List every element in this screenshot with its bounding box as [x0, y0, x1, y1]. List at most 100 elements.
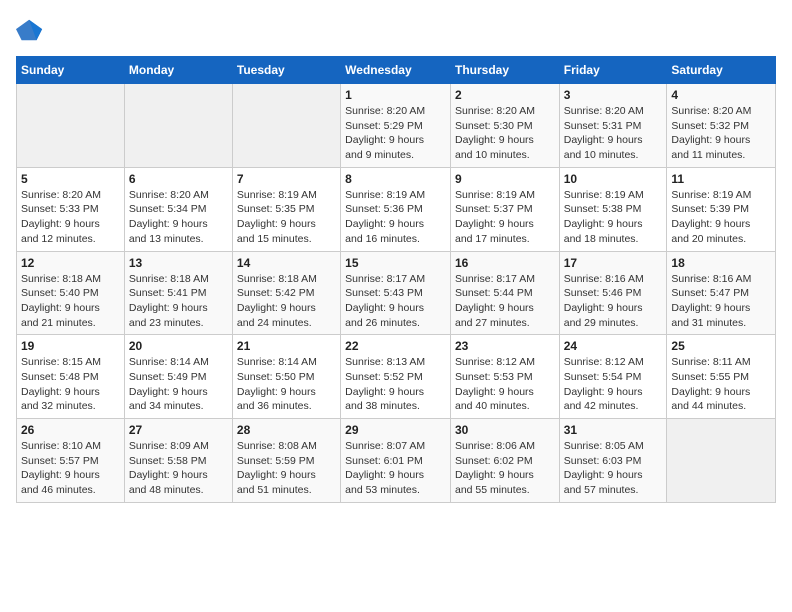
day-number: 16	[455, 256, 555, 270]
calendar-cell: 16 Sunrise: 8:17 AM Sunset: 5:44 PM Dayli…	[450, 251, 559, 335]
weekday-header-sunday: Sunday	[17, 57, 125, 84]
day-number: 18	[671, 256, 771, 270]
day-info: Sunrise: 8:19 AM Sunset: 5:35 PM Dayligh…	[237, 188, 336, 247]
day-number: 31	[564, 423, 663, 437]
week-row-1: 1 Sunrise: 8:20 AM Sunset: 5:29 PM Daylig…	[17, 84, 776, 168]
calendar-cell: 5Sunrise: 8:20 AM Sunset: 5:33 PM Daylig…	[17, 167, 125, 251]
calendar-cell: 2Sunrise: 8:20 AM Sunset: 5:30 PM Daylig…	[450, 84, 559, 168]
day-info: Sunrise: 8:18 AM Sunset: 5:42 PM Dayligh…	[237, 272, 336, 331]
day-info: Sunrise: 8:19 AM Sunset: 5:36 PM Dayligh…	[345, 188, 446, 247]
day-number: 14	[237, 256, 336, 270]
day-info: Sunrise: 8:14 AM Sunset: 5:50 PM Dayligh…	[237, 355, 336, 414]
day-info: Sunrise: 8:15 AM Sunset: 5:48 PM Dayligh…	[21, 355, 120, 414]
day-number: 13	[129, 256, 228, 270]
day-info: Sunrise: 8:16 AM Sunset: 5:46 PM Dayligh…	[564, 272, 663, 331]
day-info: Sunrise: 8:16 AM Sunset: 5:47 PM Dayligh…	[671, 272, 771, 331]
day-info: Sunrise: 8:20 AM Sunset: 5:29 PM Dayligh…	[345, 104, 446, 163]
day-info: Sunrise: 8:17 AM Sunset: 5:44 PM Dayligh…	[455, 272, 555, 331]
day-info: Sunrise: 8:18 AM Sunset: 5:40 PM Dayligh…	[21, 272, 120, 331]
day-number: 8	[345, 172, 446, 186]
day-info: Sunrise: 8:20 AM Sunset: 5:33 PM Dayligh…	[21, 188, 120, 247]
day-info: Sunrise: 8:11 AM Sunset: 5:55 PM Dayligh…	[671, 355, 771, 414]
calendar-cell: 26 Sunrise: 8:10 AM Sunset: 5:57 PM Dayli…	[17, 419, 125, 503]
day-info: Sunrise: 8:20 AM Sunset: 5:34 PM Dayligh…	[129, 188, 228, 247]
day-info: Sunrise: 8:14 AM Sunset: 5:49 PM Dayligh…	[129, 355, 228, 414]
day-info: Sunrise: 8:20 AM Sunset: 5:32 PM Dayligh…	[671, 104, 771, 163]
calendar-cell: 8 Sunrise: 8:19 AM Sunset: 5:36 PM Daylig…	[341, 167, 451, 251]
day-number: 6	[129, 172, 228, 186]
day-info: Sunrise: 8:09 AM Sunset: 5:58 PM Dayligh…	[129, 439, 228, 498]
weekday-header-tuesday: Tuesday	[232, 57, 340, 84]
day-number: 25	[671, 339, 771, 353]
logo	[16, 16, 48, 44]
day-info: Sunrise: 8:20 AM Sunset: 5:31 PM Dayligh…	[564, 104, 663, 163]
calendar-cell	[667, 419, 776, 503]
logo-icon	[16, 16, 44, 44]
calendar-cell: 24 Sunrise: 8:12 AM Sunset: 5:54 PM Dayli…	[559, 335, 667, 419]
week-row-4: 19 Sunrise: 8:15 AM Sunset: 5:48 PM Dayli…	[17, 335, 776, 419]
calendar-cell: 6 Sunrise: 8:20 AM Sunset: 5:34 PM Daylig…	[124, 167, 232, 251]
day-number: 30	[455, 423, 555, 437]
day-info: Sunrise: 8:12 AM Sunset: 5:54 PM Dayligh…	[564, 355, 663, 414]
calendar-cell: 23 Sunrise: 8:12 AM Sunset: 5:53 PM Dayli…	[450, 335, 559, 419]
calendar-cell: 12 Sunrise: 8:18 AM Sunset: 5:40 PM Dayli…	[17, 251, 125, 335]
calendar-cell: 27 Sunrise: 8:09 AM Sunset: 5:58 PM Dayli…	[124, 419, 232, 503]
day-info: Sunrise: 8:20 AM Sunset: 5:30 PM Dayligh…	[455, 104, 555, 163]
day-number: 24	[564, 339, 663, 353]
calendar-cell: 1 Sunrise: 8:20 AM Sunset: 5:29 PM Daylig…	[341, 84, 451, 168]
calendar-cell	[124, 84, 232, 168]
weekday-header-thursday: Thursday	[450, 57, 559, 84]
day-info: Sunrise: 8:08 AM Sunset: 5:59 PM Dayligh…	[237, 439, 336, 498]
calendar-table: SundayMondayTuesdayWednesdayThursdayFrid…	[16, 56, 776, 503]
day-number: 9	[455, 172, 555, 186]
day-number: 19	[21, 339, 120, 353]
day-number: 27	[129, 423, 228, 437]
calendar-cell: 25 Sunrise: 8:11 AM Sunset: 5:55 PM Dayli…	[667, 335, 776, 419]
calendar-cell: 28 Sunrise: 8:08 AM Sunset: 5:59 PM Dayli…	[232, 419, 340, 503]
day-number: 10	[564, 172, 663, 186]
weekday-header-friday: Friday	[559, 57, 667, 84]
calendar-cell: 22 Sunrise: 8:13 AM Sunset: 5:52 PM Dayli…	[341, 335, 451, 419]
day-number: 23	[455, 339, 555, 353]
day-info: Sunrise: 8:18 AM Sunset: 5:41 PM Dayligh…	[129, 272, 228, 331]
day-number: 11	[671, 172, 771, 186]
day-number: 17	[564, 256, 663, 270]
day-info: Sunrise: 8:06 AM Sunset: 6:02 PM Dayligh…	[455, 439, 555, 498]
calendar-cell: 15Sunrise: 8:17 AM Sunset: 5:43 PM Dayli…	[341, 251, 451, 335]
day-info: Sunrise: 8:05 AM Sunset: 6:03 PM Dayligh…	[564, 439, 663, 498]
calendar-cell: 9Sunrise: 8:19 AM Sunset: 5:37 PM Daylig…	[450, 167, 559, 251]
page-header	[16, 16, 776, 44]
calendar-cell: 7 Sunrise: 8:19 AM Sunset: 5:35 PM Daylig…	[232, 167, 340, 251]
day-number: 21	[237, 339, 336, 353]
calendar-cell: 14 Sunrise: 8:18 AM Sunset: 5:42 PM Dayli…	[232, 251, 340, 335]
day-number: 4	[671, 88, 771, 102]
week-row-3: 12 Sunrise: 8:18 AM Sunset: 5:40 PM Dayli…	[17, 251, 776, 335]
day-info: Sunrise: 8:19 AM Sunset: 5:39 PM Dayligh…	[671, 188, 771, 247]
calendar-cell: 10Sunrise: 8:19 AM Sunset: 5:38 PM Dayli…	[559, 167, 667, 251]
calendar-cell: 13 Sunrise: 8:18 AM Sunset: 5:41 PM Dayli…	[124, 251, 232, 335]
calendar-cell: 20 Sunrise: 8:14 AM Sunset: 5:49 PM Dayli…	[124, 335, 232, 419]
day-number: 22	[345, 339, 446, 353]
day-number: 3	[564, 88, 663, 102]
calendar-cell	[232, 84, 340, 168]
week-row-2: 5Sunrise: 8:20 AM Sunset: 5:33 PM Daylig…	[17, 167, 776, 251]
calendar-cell: 19 Sunrise: 8:15 AM Sunset: 5:48 PM Dayli…	[17, 335, 125, 419]
day-number: 7	[237, 172, 336, 186]
day-number: 20	[129, 339, 228, 353]
day-info: Sunrise: 8:10 AM Sunset: 5:57 PM Dayligh…	[21, 439, 120, 498]
calendar-cell: 18 Sunrise: 8:16 AM Sunset: 5:47 PM Dayli…	[667, 251, 776, 335]
calendar-header-row: SundayMondayTuesdayWednesdayThursdayFrid…	[17, 57, 776, 84]
week-row-5: 26 Sunrise: 8:10 AM Sunset: 5:57 PM Dayli…	[17, 419, 776, 503]
day-number: 26	[21, 423, 120, 437]
day-number: 12	[21, 256, 120, 270]
day-info: Sunrise: 8:13 AM Sunset: 5:52 PM Dayligh…	[345, 355, 446, 414]
day-number: 28	[237, 423, 336, 437]
day-info: Sunrise: 8:07 AM Sunset: 6:01 PM Dayligh…	[345, 439, 446, 498]
day-info: Sunrise: 8:12 AM Sunset: 5:53 PM Dayligh…	[455, 355, 555, 414]
day-number: 1	[345, 88, 446, 102]
weekday-header-saturday: Saturday	[667, 57, 776, 84]
calendar-cell: 30 Sunrise: 8:06 AM Sunset: 6:02 PM Dayli…	[450, 419, 559, 503]
day-info: Sunrise: 8:17 AM Sunset: 5:43 PM Dayligh…	[345, 272, 446, 331]
calendar-cell: 11 Sunrise: 8:19 AM Sunset: 5:39 PM Dayli…	[667, 167, 776, 251]
calendar-cell: 29Sunrise: 8:07 AM Sunset: 6:01 PM Dayli…	[341, 419, 451, 503]
